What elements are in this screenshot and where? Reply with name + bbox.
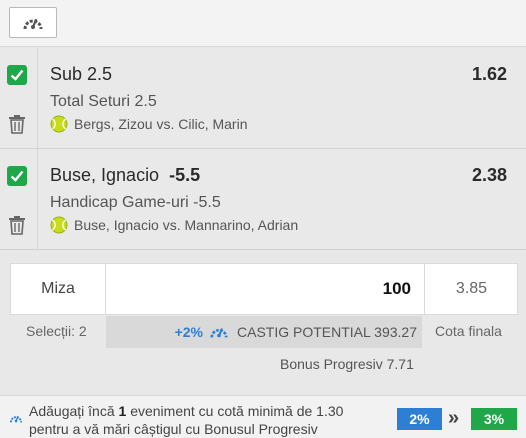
potential-win: +2% CASTIG POTENTIAL 393.27: [106, 316, 422, 348]
toolbar: [0, 0, 526, 47]
potential-win-text: CASTIG POTENTIAL 393.27: [237, 324, 417, 340]
bonus-percent: +2%: [174, 324, 203, 340]
selection-checkbox[interactable]: [7, 65, 27, 85]
tennis-ball-icon: [50, 216, 68, 234]
bet-selection: Sub 2.5 1.62 Total Seturi 2.5 Bergs, Ziz…: [0, 48, 526, 149]
pick-label: Sub 2.5: [50, 64, 113, 84]
speedometer-button[interactable]: [9, 7, 57, 38]
event-name: Bergs, Zizou vs. Cilic, Marin: [74, 116, 248, 132]
selection-pick: Sub 2.5: [50, 64, 112, 85]
trash-icon[interactable]: [8, 215, 26, 235]
progressive-bonus: Bonus Progresiv 7.71: [280, 356, 414, 372]
stake-input[interactable]: [106, 264, 423, 314]
final-odds-label: Cota finala: [435, 323, 502, 339]
trash-icon[interactable]: [8, 114, 26, 134]
pick-label: Buse, Ignacio: [50, 165, 160, 185]
market-label: Handicap Game-uri -5.5: [50, 194, 221, 211]
bet-summary: Miza 3.85 Selecții: 2 +2% CASTIG POTENTI…: [0, 251, 526, 395]
progressive-bonus-hint: Adăugați încă 1 eveniment cu cotă minimă…: [0, 395, 526, 438]
event-name: Buse, Ignacio vs. Mannarino, Adrian: [74, 217, 299, 233]
current-bonus-badge: 2%: [397, 408, 442, 430]
bet-selection: Buse, Ignacio -5.5 2.38 Handicap Game-uri…: [0, 149, 526, 250]
hint-text-start: Adăugați încă: [29, 403, 119, 419]
gauge-icon: [23, 18, 43, 29]
selection-controls: [0, 149, 38, 249]
selection-odds: 2.38: [471, 165, 507, 185]
selection-checkbox[interactable]: [7, 166, 27, 186]
gauge-icon: [9, 415, 23, 423]
stake-row: Miza 3.85: [10, 263, 518, 315]
gauge-icon: [209, 323, 229, 341]
selections-count: Selecții: 2: [26, 323, 87, 339]
selection-pick: Buse, Ignacio -5.5: [50, 165, 200, 186]
event-info: Bergs, Zizou vs. Cilic, Marin: [50, 115, 247, 133]
market-label: Total Seturi 2.5: [50, 93, 157, 110]
hint-text: Adăugați încă 1 eveniment cu cotă minimă…: [29, 402, 374, 438]
check-icon: [10, 170, 24, 182]
check-icon: [10, 69, 24, 81]
next-bonus-badge: 3%: [471, 408, 517, 430]
selection-controls: [0, 48, 38, 148]
event-info: Buse, Ignacio vs. Mannarino, Adrian: [50, 216, 298, 234]
total-odds: 3.85: [424, 264, 518, 314]
selection-odds: 1.62: [471, 64, 507, 84]
double-chevron-right-icon: »: [448, 407, 460, 429]
stake-label: Miza: [11, 264, 106, 314]
pick-line: -5.5: [169, 165, 201, 185]
tennis-ball-icon: [50, 115, 68, 133]
